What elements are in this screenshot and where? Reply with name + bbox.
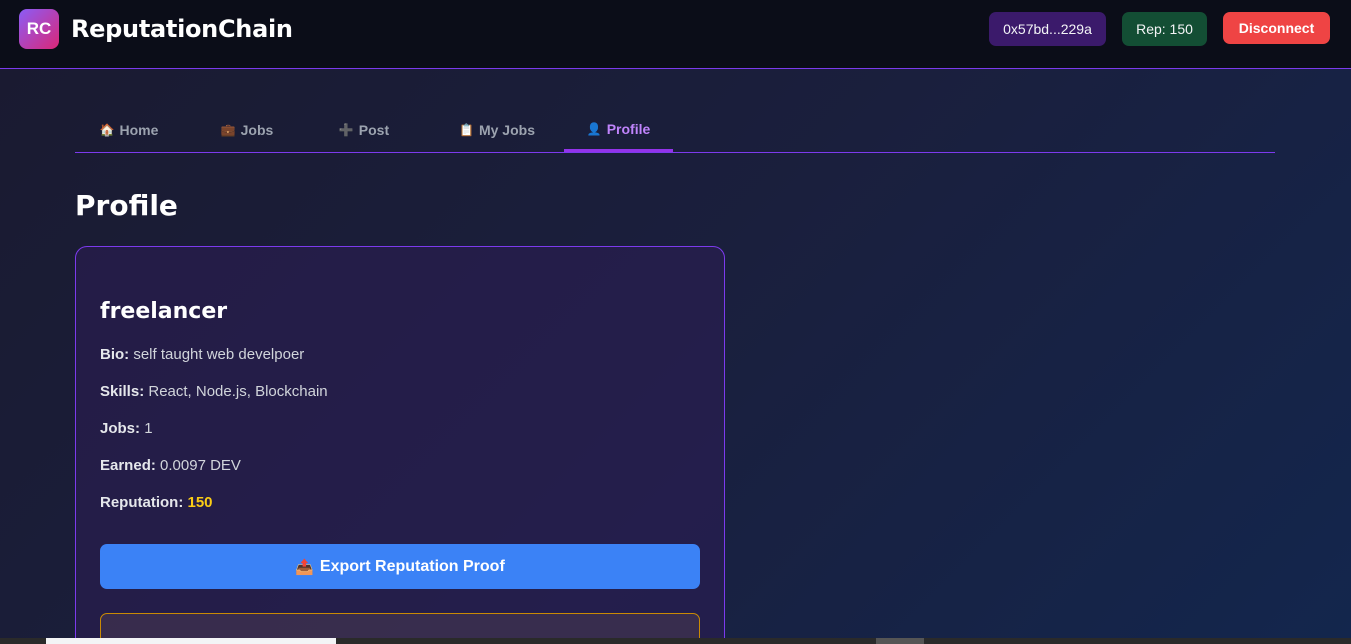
brand-name: ReputationChain	[71, 15, 293, 43]
wallet-address-badge[interactable]: 0x57bd...229a	[989, 12, 1106, 46]
export-reputation-proof-button[interactable]: 📤 Export Reputation Proof	[100, 544, 700, 589]
tab-label: Jobs	[240, 122, 274, 138]
skills-value: React, Node.js, Blockchain	[148, 383, 328, 400]
taskbar-window-thumbnail[interactable]	[46, 638, 336, 644]
clipboard-icon: 📋	[459, 123, 474, 137]
bio-label: Bio:	[100, 346, 130, 363]
profile-earned: Earned: 0.0097 DEV	[100, 457, 241, 474]
profile-username: freelancer	[100, 299, 228, 324]
jobs-value: 1	[144, 420, 153, 437]
profile-bio: Bio: self taught web develpoer	[100, 346, 304, 363]
app-header: RC ReputationChain 0x57bd...229a Rep: 15…	[0, 0, 1351, 69]
tab-post[interactable]: ➕ Post	[319, 108, 409, 152]
reputation-badge: Rep: 150	[1122, 12, 1207, 46]
earned-label: Earned:	[100, 457, 156, 474]
disconnect-button[interactable]: Disconnect	[1223, 12, 1330, 44]
tab-label: Post	[358, 122, 390, 138]
jobs-label: Jobs:	[100, 420, 141, 437]
reputation-label: Reputation:	[100, 494, 184, 511]
export-button-label: Export Reputation Proof	[319, 557, 505, 575]
tab-label: My Jobs	[478, 122, 535, 138]
profile-jobs: Jobs: 1	[100, 420, 153, 437]
earned-value: 0.0097 DEV	[160, 457, 241, 474]
tab-home[interactable]: 🏠 Home	[75, 108, 183, 152]
tab-profile[interactable]: 👤 Profile	[564, 108, 673, 152]
page-title: Profile	[75, 189, 178, 222]
outbox-tray-icon: 📤	[295, 558, 314, 576]
profile-reputation: Reputation: 150	[100, 494, 213, 511]
tab-jobs[interactable]: 💼 Jobs	[201, 108, 293, 152]
logo-badge: RC	[19, 9, 59, 49]
tab-label: Home	[119, 122, 159, 138]
profile-card: freelancer Bio: self taught web develpoe…	[75, 246, 725, 644]
user-icon: 👤	[586, 121, 602, 136]
taskbar-window-thumbnail[interactable]	[876, 638, 924, 644]
nav-tabs: 🏠 Home 💼 Jobs ➕ Post 📋 My Jobs 👤 Profile	[75, 108, 1275, 153]
tab-label: Profile	[606, 120, 651, 137]
bio-value: self taught web develpoer	[133, 346, 305, 363]
tab-my-jobs[interactable]: 📋 My Jobs	[435, 108, 559, 152]
house-icon: 🏠	[99, 123, 115, 137]
briefcase-icon: 💼	[220, 123, 236, 137]
skills-label: Skills:	[100, 383, 145, 400]
reputation-value: 150	[187, 494, 213, 511]
plus-icon: ➕	[338, 123, 354, 137]
profile-skills: Skills: React, Node.js, Blockchain	[100, 383, 328, 400]
